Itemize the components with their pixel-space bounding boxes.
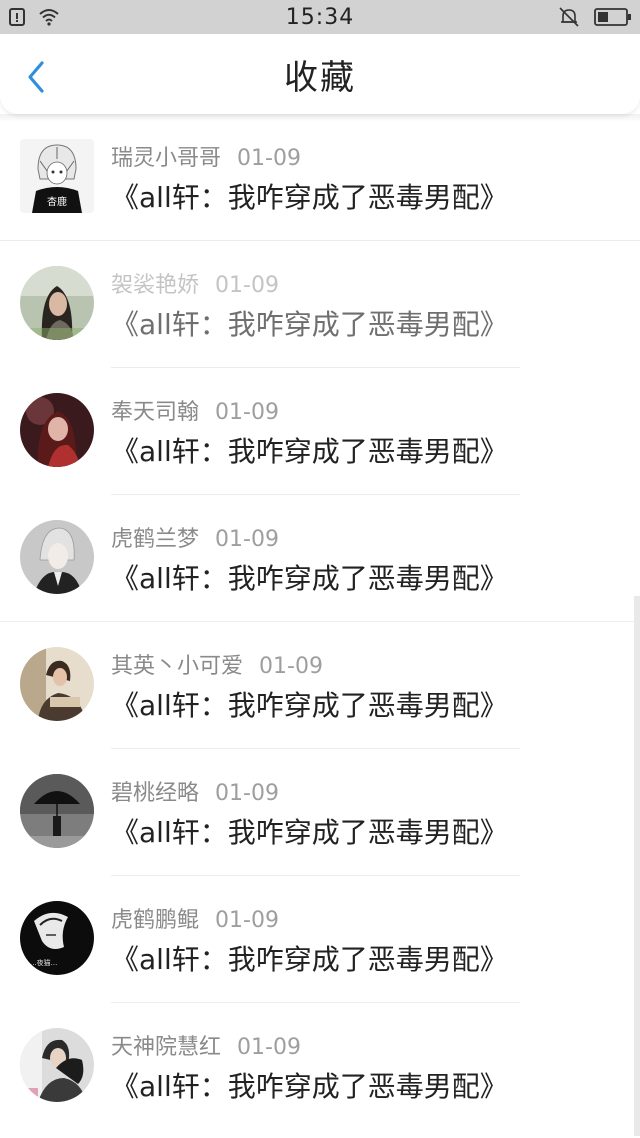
list-item[interactable]: 奉天司翰 01-09 《all轩：我咋穿成了恶毒男配》 bbox=[0, 368, 640, 495]
svg-text:...夜猫...: ...夜猫... bbox=[30, 958, 57, 967]
item-meta: 碧桃经略 01-09 bbox=[111, 775, 279, 807]
page-title: 收藏 bbox=[284, 57, 356, 98]
avatar[interactable] bbox=[20, 647, 94, 721]
back-button[interactable] bbox=[22, 60, 52, 94]
author-name: 天神院慧红 bbox=[111, 1035, 222, 1060]
item-date: 01-09 bbox=[215, 400, 279, 425]
nav-bar: 收藏 bbox=[0, 34, 640, 114]
author-name: 奉天司翰 bbox=[111, 400, 200, 425]
chevron-left-icon bbox=[28, 61, 44, 93]
item-title: 《all轩：我咋穿成了恶毒男配》 bbox=[111, 181, 508, 214]
status-right bbox=[558, 7, 632, 27]
item-title: 《all轩：我咋穿成了恶毒男配》 bbox=[111, 943, 508, 976]
item-date: 01-09 bbox=[237, 1035, 301, 1060]
item-title: 《all轩：我咋穿成了恶毒男配》 bbox=[111, 435, 508, 468]
avatar[interactable] bbox=[20, 774, 94, 848]
list-item[interactable]: 天神院慧红 01-09 《all轩：我咋穿成了恶毒男配》 bbox=[0, 1003, 640, 1130]
status-left bbox=[8, 7, 60, 27]
item-date: 01-09 bbox=[215, 908, 279, 933]
avatar[interactable] bbox=[20, 266, 94, 340]
mute-icon bbox=[559, 7, 579, 27]
favorites-list: 杏鹿 瑞灵小哥哥 01-09 《all轩：我咋穿成了恶毒男配》 袈裟艳娇 01-… bbox=[0, 114, 640, 1130]
item-meta: 虎鹤鹏鲲 01-09 bbox=[111, 902, 279, 934]
item-date: 01-09 bbox=[259, 654, 323, 679]
author-name: 虎鹤兰梦 bbox=[111, 527, 200, 552]
item-meta: 其英丶小可爱 01-09 bbox=[111, 648, 323, 680]
wifi-icon bbox=[39, 9, 59, 26]
avatar[interactable] bbox=[20, 393, 94, 467]
item-meta: 奉天司翰 01-09 bbox=[111, 394, 279, 426]
author-name: 虎鹤鹏鲲 bbox=[111, 908, 200, 933]
list-item[interactable]: ...夜猫... 虎鹤鹏鲲 01-09 《all轩：我咋穿成了恶毒男配》 bbox=[0, 876, 640, 1003]
item-meta: 瑞灵小哥哥 01-09 bbox=[111, 140, 301, 172]
author-name: 瑞灵小哥哥 bbox=[111, 146, 222, 171]
list-item[interactable]: 虎鹤兰梦 01-09 《all轩：我咋穿成了恶毒男配》 bbox=[0, 495, 640, 622]
item-title: 《all轩：我咋穿成了恶毒男配》 bbox=[111, 1070, 508, 1103]
avatar[interactable]: 杏鹿 bbox=[20, 139, 94, 213]
list-item[interactable]: 碧桃经略 01-09 《all轩：我咋穿成了恶毒男配》 bbox=[0, 749, 640, 876]
item-meta: 虎鹤兰梦 01-09 bbox=[111, 521, 279, 553]
avatar[interactable]: ...夜猫... bbox=[20, 901, 94, 975]
status-bar: 15:34 bbox=[0, 0, 640, 34]
item-date: 01-09 bbox=[237, 146, 301, 171]
avatar[interactable] bbox=[20, 1028, 94, 1102]
list-item[interactable]: 杏鹿 瑞灵小哥哥 01-09 《all轩：我咋穿成了恶毒男配》 bbox=[0, 114, 640, 241]
item-meta: 袈裟艳娇 01-09 bbox=[111, 267, 279, 299]
item-date: 01-09 bbox=[215, 527, 279, 552]
item-date: 01-09 bbox=[215, 273, 279, 298]
author-name: 袈裟艳娇 bbox=[111, 273, 200, 298]
item-title: 《all轩：我咋穿成了恶毒男配》 bbox=[111, 689, 508, 722]
list-item[interactable]: 其英丶小可爱 01-09 《all轩：我咋穿成了恶毒男配》 bbox=[0, 622, 640, 749]
item-date: 01-09 bbox=[215, 781, 279, 806]
scrollbar[interactable] bbox=[634, 596, 640, 1136]
svg-text:杏鹿: 杏鹿 bbox=[47, 195, 67, 208]
author-name: 其英丶小可爱 bbox=[111, 654, 244, 679]
battery-icon bbox=[594, 8, 631, 26]
author-name: 碧桃经略 bbox=[111, 781, 200, 806]
list-item[interactable]: 袈裟艳娇 01-09 《all轩：我咋穿成了恶毒男配》 bbox=[0, 241, 640, 368]
avatar[interactable] bbox=[20, 520, 94, 594]
item-meta: 天神院慧红 01-09 bbox=[111, 1029, 301, 1061]
status-time: 15:34 bbox=[285, 4, 355, 30]
item-title: 《all轩：我咋穿成了恶毒男配》 bbox=[111, 562, 508, 595]
sim-icon bbox=[9, 8, 25, 26]
item-title: 《all轩：我咋穿成了恶毒男配》 bbox=[111, 816, 508, 849]
item-title: 《all轩：我咋穿成了恶毒男配》 bbox=[111, 308, 508, 341]
